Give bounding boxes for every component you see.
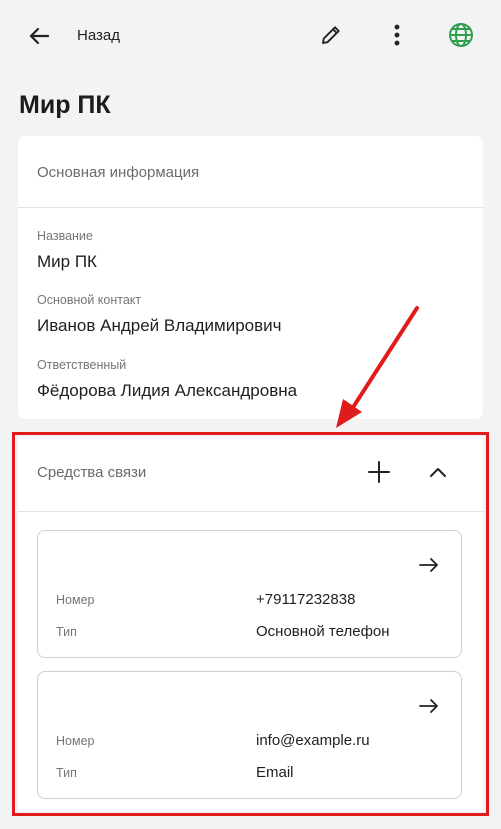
divider xyxy=(18,207,483,208)
plus-icon[interactable] xyxy=(366,459,392,485)
field-value-responsible: Фёдорова Лидия Александровна xyxy=(37,381,298,400)
contact-type-value: Email xyxy=(256,764,294,781)
contact-item-phone[interactable]: Номер +79117232838 Тип Основной телефон xyxy=(37,530,462,658)
contact-number-label: Номер xyxy=(56,593,95,607)
field-label-main-contact: Основной контакт xyxy=(37,293,142,307)
top-bar: Назад xyxy=(0,0,501,72)
contact-number-value: +79117232838 xyxy=(256,591,356,608)
main-info-card: Основная информация Название Мир ПК Осно… xyxy=(18,136,483,419)
globe-icon[interactable] xyxy=(446,20,476,50)
field-value-name: Мир ПК xyxy=(37,252,97,271)
contact-type-label: Тип xyxy=(56,766,77,780)
contacts-card: Средства связи Номер +79117232838 Тип Ос… xyxy=(18,437,483,811)
contact-type-label: Тип xyxy=(56,625,77,639)
back-arrow-icon[interactable] xyxy=(24,21,54,51)
field-label-name: Название xyxy=(37,229,93,243)
arrow-right-icon[interactable] xyxy=(417,553,441,577)
contact-item-email[interactable]: Номер info@example.ru Тип Email xyxy=(37,671,462,799)
chevron-up-icon[interactable] xyxy=(427,461,449,483)
pencil-icon[interactable] xyxy=(318,22,344,48)
arrow-right-icon[interactable] xyxy=(417,694,441,718)
divider xyxy=(18,511,483,512)
contact-number-label: Номер xyxy=(56,734,95,748)
contact-type-value: Основной телефон xyxy=(256,623,390,640)
contact-number-value: info@example.ru xyxy=(256,732,370,749)
back-label[interactable]: Назад xyxy=(77,27,120,44)
main-info-section-title: Основная информация xyxy=(37,164,200,181)
field-value-main-contact: Иванов Андрей Владимирович xyxy=(37,316,282,335)
field-label-responsible: Ответственный xyxy=(37,358,127,372)
contacts-section-title: Средства связи xyxy=(37,464,147,481)
page-title: Мир ПК xyxy=(19,91,111,119)
more-vertical-icon[interactable] xyxy=(384,22,410,48)
